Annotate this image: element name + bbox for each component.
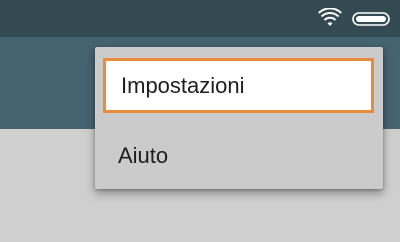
battery-icon (352, 12, 390, 26)
overflow-menu: Impostazioni Aiuto (95, 47, 383, 189)
wifi-icon (318, 8, 342, 26)
status-bar (0, 0, 400, 37)
android-screen: Impostazioni Aiuto (0, 0, 400, 242)
menu-item-impostazioni[interactable]: Impostazioni (103, 58, 374, 113)
menu-item-aiuto[interactable]: Aiuto (95, 128, 383, 183)
